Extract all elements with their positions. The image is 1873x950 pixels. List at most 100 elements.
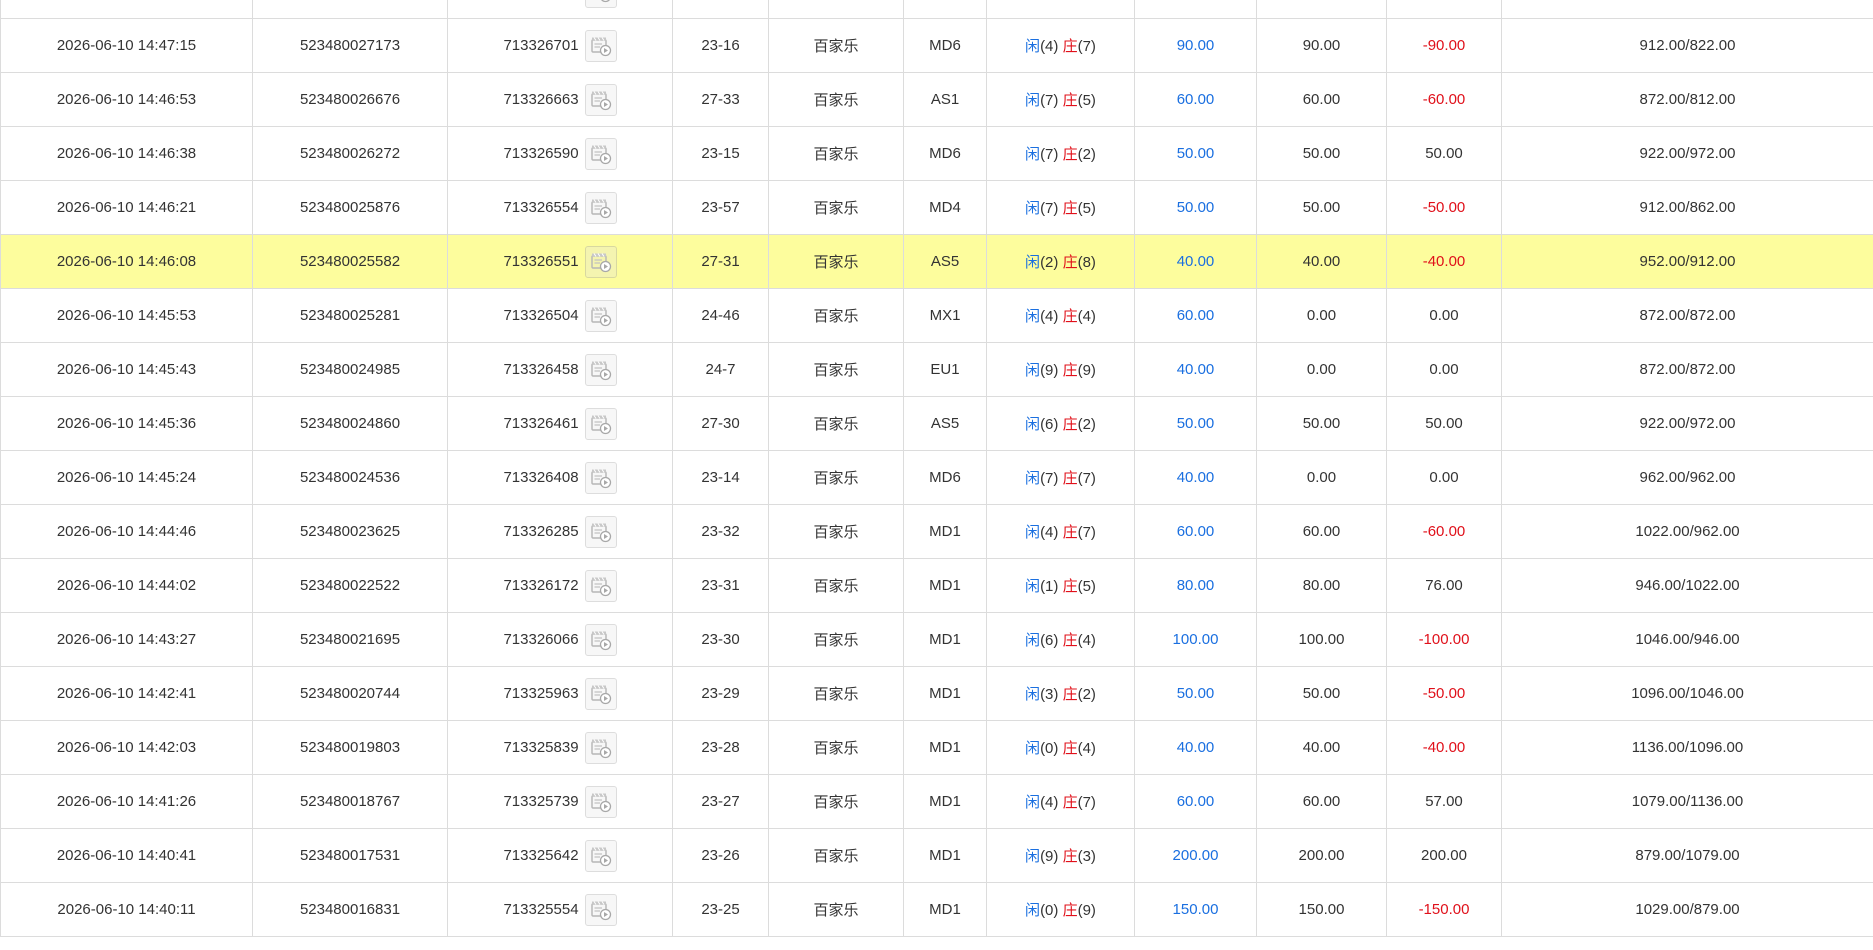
valid-bet: 100.00 xyxy=(1256,0,1387,19)
video-replay-button[interactable] xyxy=(584,569,617,602)
table-row[interactable]: 2026-06-10 14:43:27 523480021695 7133260… xyxy=(0,612,1873,667)
table-row[interactable]: 2026-06-10 14:44:46 523480023625 7133262… xyxy=(0,504,1873,559)
bet-id: 523480025582 xyxy=(252,234,448,289)
video-replay-button[interactable] xyxy=(584,893,617,926)
video-replay-button[interactable] xyxy=(584,461,617,494)
table-row[interactable]: 2026-06-10 14:41:26 523480018767 7133257… xyxy=(0,774,1873,829)
video-replay-button[interactable] xyxy=(584,677,617,710)
banker-score: (8) xyxy=(1077,254,1096,271)
table-row[interactable]: 2026-06-10 14:45:36 523480024860 7133264… xyxy=(0,396,1873,451)
result-cell: 闲(1) 庄(5) xyxy=(986,558,1135,613)
banker-score: (9) xyxy=(1077,362,1096,379)
video-replay-button[interactable] xyxy=(584,515,617,548)
result-cell: 闲(7) 庄(5) xyxy=(986,180,1135,235)
bet-time: 2026-06-10 14:40:41 xyxy=(0,828,253,883)
bet-amount: 90.00 xyxy=(1134,18,1257,73)
table-row[interactable]: 2026-06-10 14:47:15 523480027173 7133267… xyxy=(0,18,1873,73)
player-label: 闲 xyxy=(1025,632,1041,649)
video-replay-icon xyxy=(590,468,611,488)
video-replay-button[interactable] xyxy=(584,839,617,872)
video-replay-button[interactable] xyxy=(584,407,617,440)
bet-amount: 50.00 xyxy=(1134,180,1257,235)
result-cell: 闲(7) 庄(5) xyxy=(986,72,1135,127)
table-row[interactable]: 2026-06-10 14:42:03 523480019803 7133258… xyxy=(0,720,1873,775)
table-row[interactable]: 2026-06-10 14:40:41 523480017531 7133256… xyxy=(0,828,1873,883)
bet-time: 2026-06-10 14:45:36 xyxy=(0,396,253,451)
video-replay-icon xyxy=(590,90,611,110)
win-loss: 50.00 xyxy=(1386,396,1502,451)
table-code: MD1 xyxy=(903,612,987,667)
shoe-round: 27-30 xyxy=(672,396,769,451)
table-row[interactable]: 2026-06-10 14:45:43 523480024985 7133264… xyxy=(0,342,1873,397)
banker-label: 庄 xyxy=(1062,416,1078,433)
video-replay-button[interactable] xyxy=(584,785,617,818)
video-replay-button[interactable] xyxy=(584,137,617,170)
bet-amount: 50.00 xyxy=(1134,396,1257,451)
video-replay-button[interactable] xyxy=(584,191,617,224)
banker-score: (2) xyxy=(1077,686,1096,703)
shoe-round: 23-28 xyxy=(672,720,769,775)
bet-amount: 100.00 xyxy=(1134,612,1257,667)
result-cell: 闲(2) 庄(8) xyxy=(986,234,1135,289)
table-row[interactable]: 2026-06-10 14:46:53 523480026676 7133266… xyxy=(0,72,1873,127)
player-score: (9) xyxy=(1040,848,1059,865)
banker-score: (9) xyxy=(1077,902,1096,919)
table-row[interactable]: 2026-06-10 14:46:38 523480026272 7133265… xyxy=(0,126,1873,181)
table-row[interactable]: 2026-06-10 14:40:11 523480016831 7133255… xyxy=(0,882,1873,937)
video-replay-icon xyxy=(590,414,611,434)
bet-amount: 60.00 xyxy=(1134,72,1257,127)
video-replay-button[interactable] xyxy=(584,245,617,278)
table-row[interactable]: 2026-06-10 14:44:02 523480022522 7133261… xyxy=(0,558,1873,613)
bet-time: 2026-06-10 14:46:38 xyxy=(0,126,253,181)
game-id: 713326066 xyxy=(503,631,579,648)
balance-before-after: 872.00/872.00 xyxy=(1501,288,1873,343)
game-id: 713326701 xyxy=(503,37,579,54)
game-id-cell: 713326066 xyxy=(447,612,673,667)
table-code: MD6 xyxy=(903,126,987,181)
player-label: 闲 xyxy=(1025,0,1040,1)
banker-label: 庄 xyxy=(1062,254,1078,271)
result-cell: 闲(9) 庄(3) xyxy=(986,828,1135,883)
table-row[interactable]: 2026-06-10 14:47:43 523480027857 7133268… xyxy=(0,0,1873,19)
game-id: 713326551 xyxy=(503,253,579,270)
video-replay-button[interactable] xyxy=(584,353,617,386)
win-loss: -60.00 xyxy=(1386,504,1502,559)
game-type: 百家乐 xyxy=(768,558,904,613)
valid-bet: 60.00 xyxy=(1256,504,1387,559)
game-type: 百家乐 xyxy=(768,18,904,73)
table-row[interactable]: 2026-06-10 14:46:21 523480025876 7133265… xyxy=(0,180,1873,235)
win-loss: -50.00 xyxy=(1386,666,1502,721)
result-cell: 闲(7) 庄(7) xyxy=(986,450,1135,505)
table-row[interactable]: 2026-06-10 14:45:24 523480024536 7133264… xyxy=(0,450,1873,505)
banker-label: 庄 xyxy=(1062,848,1078,865)
result-cell: 闲(0) 庄(9) xyxy=(986,882,1135,937)
balance-before-after: 1046.00/946.00 xyxy=(1501,612,1873,667)
video-replay-button[interactable] xyxy=(584,0,617,8)
valid-bet: 0.00 xyxy=(1256,342,1387,397)
shoe-round: 23-31 xyxy=(672,558,769,613)
game-type: 百家乐 xyxy=(768,72,904,127)
balance-before-after: 922.00/972.00 xyxy=(1501,396,1873,451)
balance-before-after: 822.00/917.00 xyxy=(1501,0,1873,19)
video-replay-button[interactable] xyxy=(584,731,617,764)
player-score: (2) xyxy=(1040,254,1059,271)
bet-id: 523480017531 xyxy=(252,828,448,883)
game-id: 713325739 xyxy=(503,793,579,810)
game-id-cell: 713326663 xyxy=(447,72,673,127)
win-loss: 0.00 xyxy=(1386,450,1502,505)
video-replay-button[interactable] xyxy=(584,29,617,62)
video-replay-button[interactable] xyxy=(584,299,617,332)
bet-time: 2026-06-10 14:44:02 xyxy=(0,558,253,613)
game-id: 713326461 xyxy=(503,415,579,432)
valid-bet: 200.00 xyxy=(1256,828,1387,883)
video-replay-icon xyxy=(590,684,611,704)
result-cell: 闲(9) 庄(9) xyxy=(986,342,1135,397)
valid-bet: 60.00 xyxy=(1256,72,1387,127)
table-row[interactable]: 2026-06-10 14:46:08 523480025582 7133265… xyxy=(0,234,1873,289)
player-score: (4) xyxy=(1040,38,1059,55)
table-row[interactable]: 2026-06-10 14:42:41 523480020744 7133259… xyxy=(0,666,1873,721)
table-row[interactable]: 2026-06-10 14:45:53 523480025281 7133265… xyxy=(0,288,1873,343)
video-replay-button[interactable] xyxy=(584,83,617,116)
table-code: MD1 xyxy=(903,720,987,775)
video-replay-button[interactable] xyxy=(584,623,617,656)
